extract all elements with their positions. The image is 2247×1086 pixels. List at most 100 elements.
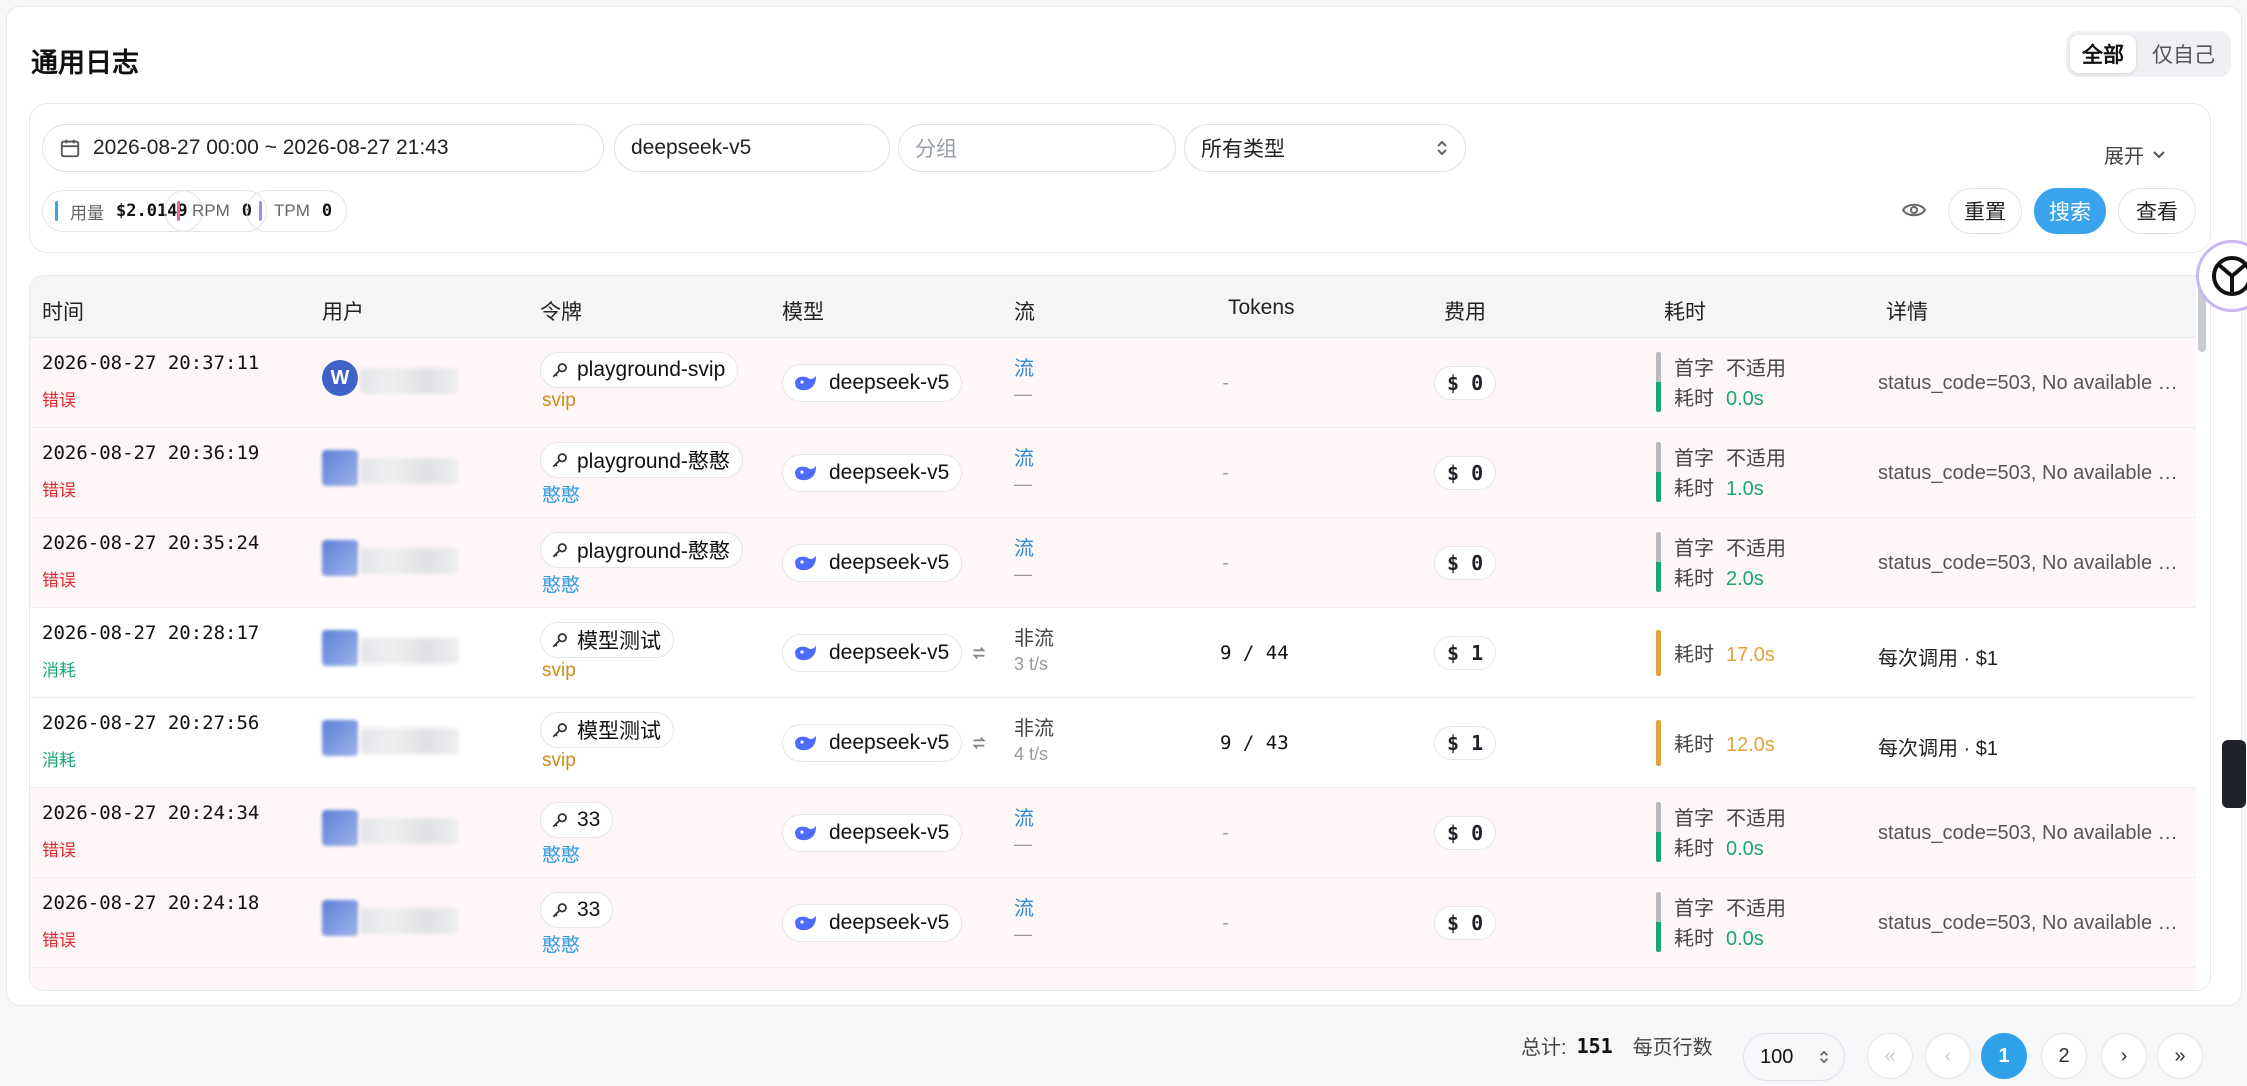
token-chip[interactable]: playground-svip bbox=[540, 352, 739, 388]
table-row[interactable]: 2026-08-27 20:24:34 错误 33 憨憨 deepseek-v5… bbox=[30, 788, 2196, 878]
side-drawer-handle[interactable] bbox=[2222, 740, 2246, 808]
reset-button[interactable]: 重置 bbox=[1948, 188, 2022, 234]
table-row[interactable]: 2026-08-27 20:27:56 消耗 模型测试 svip deepsee… bbox=[30, 698, 2196, 788]
stream-speed: — bbox=[1014, 564, 1032, 584]
first-page-button[interactable]: « bbox=[1867, 1033, 1913, 1079]
table-row[interactable]: 2026-08-27 20:36:19 错误 playground-憨憨 憨憨 … bbox=[30, 428, 2196, 518]
scope-all-option[interactable]: 全部 bbox=[2070, 35, 2136, 73]
model-name: deepseek-v5 bbox=[829, 641, 950, 664]
avatar[interactable] bbox=[322, 630, 358, 666]
avatar[interactable]: W bbox=[322, 360, 358, 396]
next-page-button[interactable]: › bbox=[2101, 1033, 2147, 1079]
row-detail[interactable]: 每次调用 · $1 bbox=[1878, 732, 2178, 761]
deepseek-whale-icon bbox=[795, 826, 816, 841]
latency-first-bar bbox=[1656, 352, 1661, 382]
expand-toggle[interactable]: 展开 bbox=[2104, 140, 2166, 169]
token-chip[interactable]: 33 bbox=[540, 802, 614, 838]
type-select-value: 所有类型 bbox=[1201, 138, 1285, 161]
key-icon bbox=[552, 903, 567, 918]
row-time: 2026-08-27 20:24:34 bbox=[42, 802, 260, 824]
deepseek-whale-icon bbox=[795, 916, 816, 931]
table-row[interactable]: 2026-08-27 20:28:17 消耗 模型测试 svip deepsee… bbox=[30, 608, 2196, 698]
username-redacted bbox=[360, 458, 458, 484]
model-chip[interactable]: deepseek-v5 bbox=[782, 904, 963, 942]
total-count: 151 bbox=[1576, 1033, 1613, 1058]
table-row[interactable]: 2026-08-27 20:24:18 错误 33 憨憨 deepseek-v5… bbox=[30, 878, 2196, 968]
calendar-icon bbox=[60, 139, 80, 158]
row-detail[interactable]: status_code=503, No available channel fo… bbox=[1878, 552, 2178, 575]
avatar[interactable] bbox=[322, 540, 358, 576]
latency-total-bar bbox=[1656, 922, 1661, 952]
page-1-button[interactable]: 1 bbox=[1981, 1033, 2027, 1079]
model-filter-value: deepseek-v5 bbox=[631, 136, 752, 159]
avatar[interactable] bbox=[322, 720, 358, 756]
token-count: - bbox=[1220, 822, 1232, 844]
model-filter-input[interactable]: deepseek-v5 bbox=[614, 124, 890, 172]
stream-speed: — bbox=[1014, 384, 1032, 404]
scope-self-option[interactable]: 仅自己 bbox=[2140, 35, 2227, 73]
row-detail[interactable]: status_code=503, No available channel fo… bbox=[1878, 462, 2178, 485]
token-group: 憨憨 bbox=[542, 485, 581, 506]
per-page-select[interactable]: 100 bbox=[1743, 1033, 1845, 1081]
filter-panel: 2026-08-27 00:00 ~ 2026-08-27 21:43 deep… bbox=[29, 103, 2211, 253]
group-filter-input[interactable]: 分组 bbox=[898, 124, 1176, 172]
row-time: 2026-08-27 20:24:18 bbox=[42, 892, 260, 914]
table-row-partial[interactable] bbox=[30, 968, 2196, 990]
token-chip[interactable]: playground-憨憨 bbox=[540, 532, 743, 568]
model-chip[interactable]: deepseek-v5 bbox=[782, 814, 963, 852]
model-chip[interactable]: deepseek-v5 bbox=[782, 454, 963, 492]
row-detail[interactable]: status_code=503, No available channel fo… bbox=[1878, 372, 2178, 395]
avatar[interactable] bbox=[322, 900, 358, 936]
stream-speed: — bbox=[1014, 474, 1032, 494]
assistant-logo-icon[interactable] bbox=[2196, 240, 2247, 312]
log-table: 时间 用户 令牌 模型 流 Tokens 费用 耗时 详情 2026-08-27… bbox=[29, 275, 2211, 991]
eye-icon[interactable] bbox=[1902, 200, 1926, 220]
avatar[interactable] bbox=[322, 450, 358, 486]
view-button[interactable]: 查看 bbox=[2118, 188, 2196, 234]
stream-type: 流 bbox=[1014, 808, 1034, 830]
key-icon bbox=[552, 723, 567, 738]
rpm-stat-label: RPM bbox=[192, 201, 230, 220]
date-range-picker[interactable]: 2026-08-27 00:00 ~ 2026-08-27 21:43 bbox=[42, 124, 604, 172]
model-chip[interactable]: deepseek-v5 bbox=[782, 544, 963, 582]
per-page-value: 100 bbox=[1760, 1045, 1794, 1068]
token-group: svip bbox=[542, 390, 576, 411]
model-chip[interactable]: deepseek-v5 bbox=[782, 634, 963, 672]
scope-toggle[interactable]: 全部 仅自己 bbox=[2066, 31, 2231, 77]
username-redacted bbox=[360, 728, 458, 754]
token-name: 33 bbox=[577, 898, 601, 921]
row-detail[interactable]: status_code=503, No available channel fo… bbox=[1878, 822, 2178, 845]
total-label: 总计: bbox=[1521, 1037, 1567, 1059]
page-2-button[interactable]: 2 bbox=[2041, 1033, 2087, 1079]
cost-badge: $ 1 bbox=[1434, 636, 1497, 670]
latency-line: 耗时 0.0s bbox=[1674, 838, 1764, 860]
row-time: 2026-08-27 20:36:19 bbox=[42, 442, 260, 464]
latency-total-bar bbox=[1656, 562, 1661, 592]
deepseek-whale-icon bbox=[795, 556, 816, 571]
key-icon bbox=[552, 633, 567, 648]
token-chip[interactable]: 模型测试 bbox=[540, 712, 674, 748]
avatar[interactable] bbox=[322, 810, 358, 846]
token-chip[interactable]: playground-憨憨 bbox=[540, 442, 743, 478]
table-row[interactable]: 2026-08-27 20:37:11 错误 W playground-svip… bbox=[30, 338, 2196, 428]
prev-page-button[interactable]: ‹ bbox=[1925, 1033, 1971, 1079]
username-redacted bbox=[360, 638, 458, 664]
search-button[interactable]: 搜索 bbox=[2034, 188, 2106, 234]
model-name: deepseek-v5 bbox=[829, 371, 950, 394]
latency-line: 耗时 0.0s bbox=[1674, 928, 1764, 950]
token-chip[interactable]: 33 bbox=[540, 892, 614, 928]
table-row[interactable]: 2026-08-27 20:35:24 错误 playground-憨憨 憨憨 … bbox=[30, 518, 2196, 608]
row-detail[interactable]: 每次调用 · $1 bbox=[1878, 642, 2178, 671]
deepseek-whale-icon bbox=[795, 736, 816, 751]
model-chip[interactable]: deepseek-v5 bbox=[782, 364, 963, 402]
key-icon bbox=[552, 543, 567, 558]
row-detail[interactable]: status_code=503, No available channel fo… bbox=[1878, 912, 2178, 935]
latency-line: 耗时 17.0s bbox=[1674, 644, 1775, 666]
model-chip[interactable]: deepseek-v5 bbox=[782, 724, 963, 762]
stream-speed: — bbox=[1014, 834, 1032, 854]
usage-stat-marker bbox=[55, 201, 58, 221]
tpm-stat-value: 0 bbox=[321, 201, 333, 221]
type-select[interactable]: 所有类型 bbox=[1184, 124, 1466, 172]
token-chip[interactable]: 模型测试 bbox=[540, 622, 674, 658]
last-page-button[interactable]: » bbox=[2157, 1033, 2203, 1079]
